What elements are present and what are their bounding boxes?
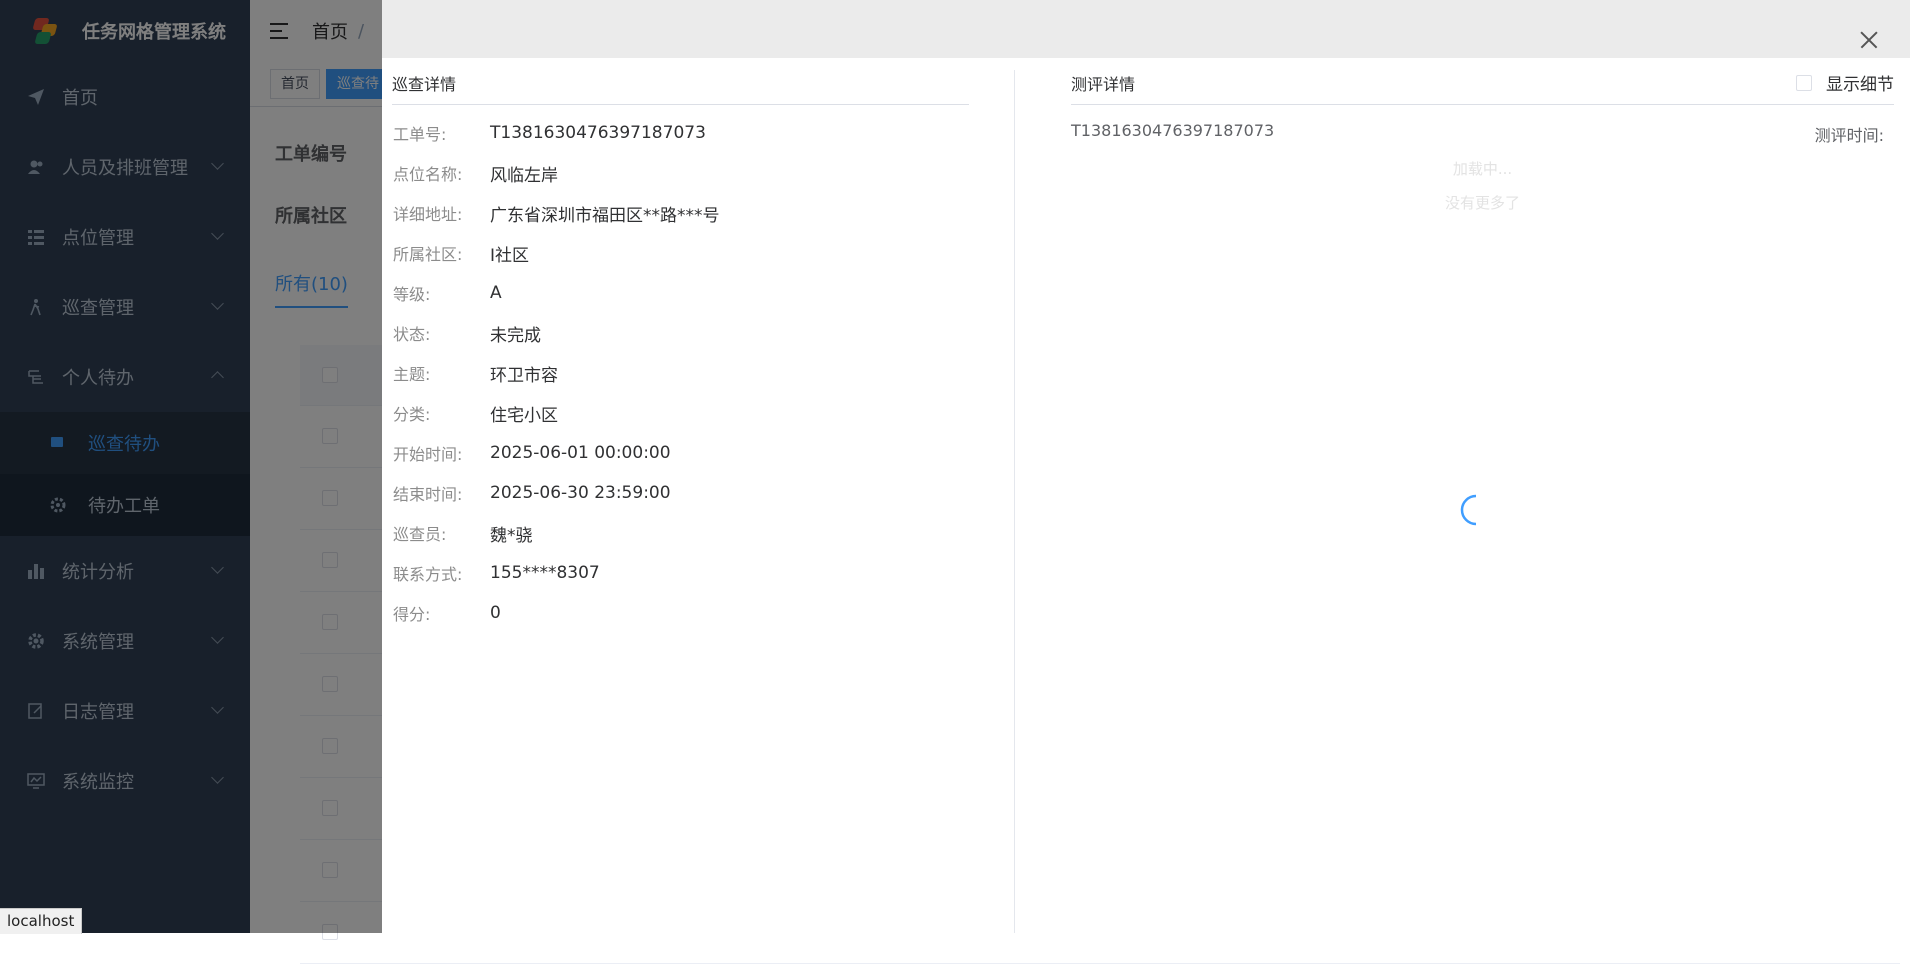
- detail-row-community: 所属社区: I社区: [392, 233, 969, 273]
- show-detail-label: 显示细节: [1826, 75, 1894, 95]
- detail-value: 环卫市容: [490, 365, 558, 386]
- detail-row-end-time: 结束时间: 2025-06-30 23:59:00: [392, 473, 969, 513]
- detail-value: I社区: [490, 245, 530, 266]
- loading-text: 加载中...: [1452, 160, 1513, 178]
- evaluation-time-label: 测评时间:: [1814, 126, 1884, 145]
- detail-value: 魏*骁: [490, 525, 533, 546]
- no-more-text: 没有更多了: [1444, 194, 1520, 212]
- detail-label: 所属社区:: [393, 245, 463, 264]
- show-detail-checkbox[interactable]: [1796, 74, 1812, 91]
- detail-row-topic: 主题: 环卫市容: [392, 353, 969, 393]
- detail-label: 得分:: [393, 605, 431, 624]
- loading-spinner-icon: [1460, 492, 1490, 528]
- detail-row-status: 状态: 未完成: [392, 313, 969, 353]
- detail-value: 2025-06-30 23:59:00: [490, 483, 671, 503]
- detail-label: 结束时间:: [393, 485, 463, 504]
- detail-value: 未完成: [490, 325, 541, 346]
- detail-value: A: [490, 283, 502, 303]
- detail-value: 风临左岸: [490, 165, 558, 186]
- panel-divider: [1014, 70, 1015, 933]
- detail-label: 等级:: [393, 285, 431, 304]
- detail-row-address: 详细地址: 广东省深圳市福田区**路***号: [392, 193, 969, 233]
- detail-value: 广东省深圳市福田区**路***号: [490, 205, 720, 226]
- detail-value: 2025-06-01 00:00:00: [490, 443, 671, 463]
- detail-value: 住宅小区: [490, 405, 558, 426]
- detail-label: 开始时间:: [393, 445, 463, 464]
- detail-drawer: 巡查详情 工单号: T1381630476397187073 点位名称: 风临左岸 …: [382, 0, 1910, 933]
- detail-value: T1381630476397187073: [490, 123, 706, 143]
- detail-row-level: 等级: A: [392, 273, 969, 313]
- detail-label: 分类:: [393, 405, 431, 424]
- detail-value: 0: [490, 603, 501, 623]
- detail-label: 主题:: [393, 365, 431, 384]
- show-detail-toggle[interactable]: 显示细节: [1796, 70, 1894, 95]
- close-icon[interactable]: [1860, 31, 1878, 49]
- detail-row-order-no: 工单号: T1381630476397187073: [392, 113, 969, 153]
- evaluation-panel: 测评详情 显示细节 T1381630476397187073 测评时间: 加载中…: [1071, 70, 1894, 212]
- detail-label: 联系方式:: [393, 565, 463, 584]
- evaluation-order-no: T1381630476397187073: [1071, 121, 1275, 140]
- status-bar-url: localhost: [0, 908, 83, 934]
- detail-list: 工单号: T1381630476397187073 点位名称: 风临左岸 详细地址:…: [392, 113, 969, 633]
- detail-row-category: 分类: 住宅小区: [392, 393, 969, 433]
- detail-row-inspector: 巡查员: 魏*骁: [392, 513, 969, 553]
- detail-row-contact: 联系方式: 155****8307: [392, 553, 969, 593]
- detail-label: 点位名称:: [393, 165, 463, 184]
- detail-row-point-name: 点位名称: 风临左岸: [392, 153, 969, 193]
- detail-label: 详细地址:: [393, 205, 463, 224]
- drawer-header: [382, 0, 1910, 58]
- patrol-detail-title: 巡查详情: [392, 70, 969, 105]
- patrol-detail-panel: 巡查详情 工单号: T1381630476397187073 点位名称: 风临左岸 …: [392, 70, 969, 633]
- evaluation-title-text: 测评详情: [1071, 75, 1136, 94]
- detail-label: 工单号:: [393, 125, 447, 144]
- detail-label: 巡查员:: [393, 525, 447, 544]
- detail-value: 155****8307: [490, 563, 600, 583]
- detail-row-start-time: 开始时间: 2025-06-01 00:00:00: [392, 433, 969, 473]
- detail-row-score: 得分: 0: [392, 593, 969, 633]
- evaluation-title: 测评详情 显示细节: [1071, 70, 1894, 105]
- detail-label: 状态:: [393, 325, 431, 344]
